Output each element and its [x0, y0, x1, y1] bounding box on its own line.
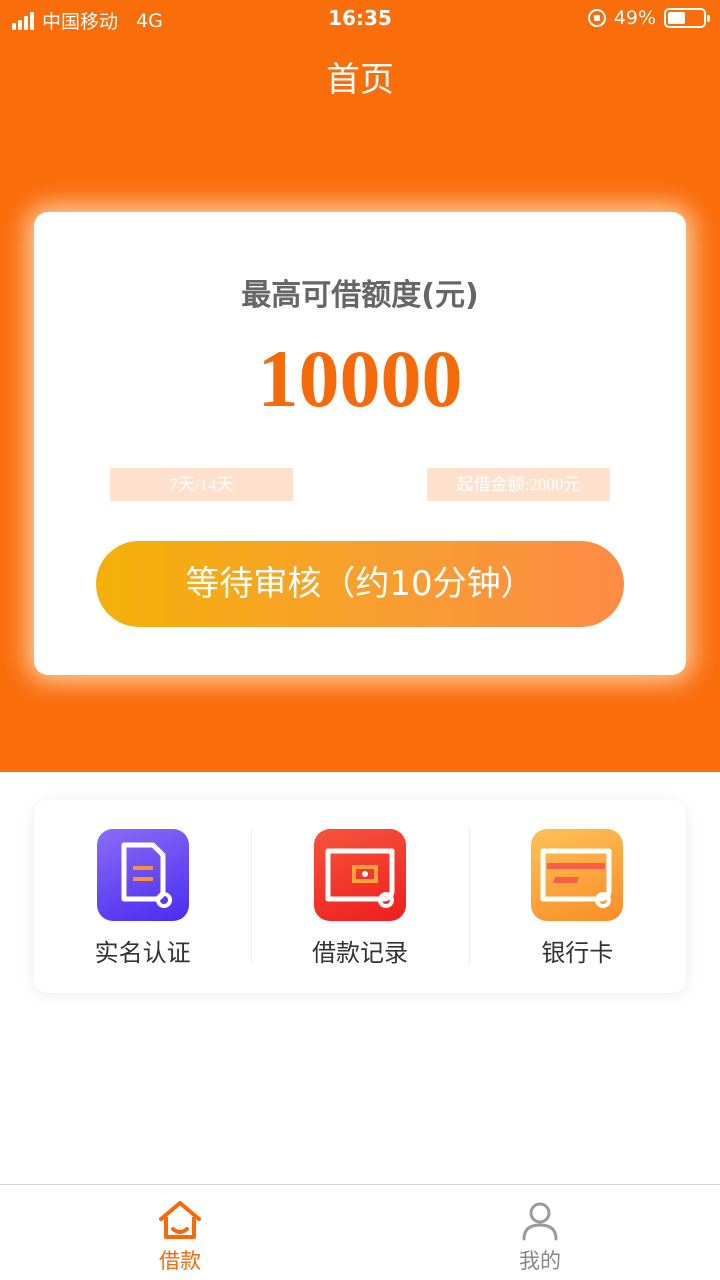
- battery-fill: [668, 12, 685, 24]
- quota-label: 最高可借额度(元): [241, 278, 479, 313]
- quota-amount: 10000: [257, 333, 463, 424]
- menu-item-loan-record[interactable]: 借款记录: [251, 800, 468, 993]
- quota-card: 最高可借额度(元) 10000 7天/14天 起借金额:2000元 等待审核（约…: [34, 212, 686, 675]
- tab-mine[interactable]: 我的: [360, 1185, 720, 1280]
- service-menu: 实名认证 借款记录 银行卡: [34, 800, 686, 993]
- tab-loan[interactable]: 借款: [0, 1185, 360, 1280]
- term-tag: 7天/14天: [110, 468, 293, 501]
- min-amount-tag: 起借金额:2000元: [427, 468, 610, 501]
- id-document-icon: [96, 829, 189, 921]
- status-right: 49%: [587, 7, 710, 29]
- page-title: 首页: [326, 60, 394, 100]
- tab-label-mine: 我的: [519, 1249, 561, 1273]
- tab-label-loan: 借款: [159, 1249, 201, 1273]
- menu-label-bank-card: 银行卡: [541, 939, 614, 967]
- menu-item-identity[interactable]: 实名认证: [34, 800, 251, 993]
- menu-label-identity: 实名认证: [94, 939, 191, 967]
- menu-item-bank-card[interactable]: 银行卡: [468, 800, 686, 993]
- orientation-lock-icon: [587, 9, 606, 27]
- battery-percent: 49%: [613, 7, 656, 29]
- loan-record-icon: [313, 829, 406, 921]
- battery-icon: [664, 8, 710, 28]
- user-icon: [518, 1199, 562, 1243]
- review-status-button[interactable]: 等待审核（约10分钟）: [96, 541, 624, 627]
- home-icon: [158, 1199, 202, 1243]
- status-bar: 中国移动 4G 16:35 49%: [0, 0, 720, 38]
- menu-label-loan-record: 借款记录: [311, 939, 408, 967]
- tab-bar: 借款 我的: [0, 1184, 720, 1280]
- bank-card-icon: [531, 829, 624, 921]
